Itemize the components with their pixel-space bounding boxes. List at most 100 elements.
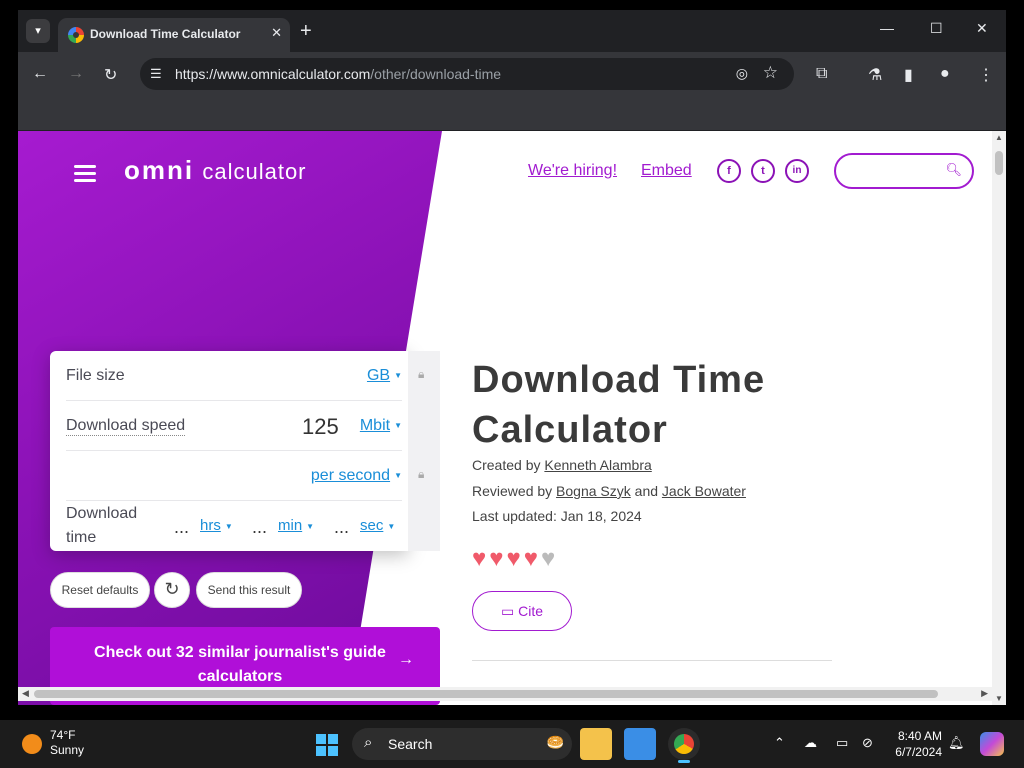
- maximize-button[interactable]: ☐: [930, 20, 943, 37]
- tab-active[interactable]: Download Time Calculator ✕: [58, 18, 290, 52]
- reviewer-link[interactable]: Bogna Szyk: [556, 483, 631, 499]
- per-unit-select[interactable]: per second ▼: [311, 467, 402, 485]
- heart-icon[interactable]: ♥: [524, 545, 541, 572]
- reload-icon[interactable]: ↻: [104, 65, 117, 85]
- bookmark-star-icon[interactable]: ☆: [763, 63, 778, 83]
- horizontal-scrollbar[interactable]: ◀ ▶: [18, 687, 992, 701]
- heart-icon[interactable]: ♥: [489, 545, 506, 572]
- display-icon[interactable]: ▭: [836, 735, 848, 751]
- scroll-left-icon[interactable]: ◀: [22, 688, 29, 699]
- site-search-input[interactable]: 🔍︎: [834, 153, 974, 189]
- scroll-thumb[interactable]: [995, 151, 1003, 175]
- reviewed-by-label: Reviewed by: [472, 483, 553, 499]
- per-unit-row: per second ▼: [66, 451, 402, 501]
- vertical-scrollbar[interactable]: ▲ ▼: [992, 131, 1006, 705]
- omni-logo[interactable]: omni calculator: [124, 155, 307, 186]
- windows-start-icon[interactable]: [316, 734, 338, 756]
- scroll-down-icon[interactable]: ▼: [995, 694, 1003, 703]
- clock[interactable]: 8:40 AM 6/7/2024: [884, 728, 942, 760]
- seconds-input[interactable]: ...: [334, 517, 349, 538]
- sun-icon[interactable]: [22, 734, 42, 754]
- notification-bell-icon[interactable]: 🔔︎: [948, 735, 965, 751]
- taskbar-search[interactable]: ⌕ Search 🥯: [352, 728, 572, 760]
- last-updated: Last updated: Jan 18, 2024: [472, 508, 642, 524]
- dropdown-triangle-icon: ▼: [387, 521, 396, 531]
- author-link[interactable]: Kenneth Alambra: [544, 457, 651, 473]
- cite-label: Cite: [518, 603, 544, 619]
- page-title: Download Time Calculator: [472, 359, 766, 451]
- linkedin-icon[interactable]: in: [785, 159, 809, 183]
- scroll-thumb-horizontal[interactable]: [34, 690, 938, 698]
- facebook-icon[interactable]: f: [717, 159, 741, 183]
- show-hidden-icons[interactable]: ⌃: [774, 735, 785, 751]
- back-arrow-icon[interactable]: ←: [32, 65, 48, 83]
- dropdown-triangle-icon: ▼: [394, 471, 402, 481]
- per-unit: per second: [310, 467, 391, 484]
- send-result-button[interactable]: Send this result: [196, 572, 302, 608]
- embed-link[interactable]: Embed: [641, 162, 692, 180]
- hamburger-menu-icon[interactable]: [74, 165, 96, 186]
- search-icon[interactable]: 🔍︎: [945, 162, 962, 178]
- extensions-icon[interactable]: ⧉: [816, 65, 827, 83]
- file-size-unit-select[interactable]: GB ▼: [367, 367, 402, 385]
- hours-unit[interactable]: hrs ▼: [200, 517, 233, 534]
- volume-mute-icon[interactable]: ⊘: [862, 735, 873, 751]
- minutes-unit[interactable]: min ▼: [278, 517, 314, 534]
- lock-icon[interactable]: 🔒︎: [418, 467, 432, 483]
- weather-condition: Sunny: [50, 743, 85, 757]
- twitter-icon[interactable]: t: [751, 159, 775, 183]
- chrome-taskbar-icon[interactable]: [668, 728, 700, 763]
- url-text[interactable]: https://www.omnicalculator.com/other/dow…: [175, 66, 501, 82]
- reset-defaults-button[interactable]: Reset defaults: [50, 572, 150, 608]
- profile-icon[interactable]: ●: [940, 65, 950, 83]
- lock-icon[interactable]: 🔒︎: [418, 367, 432, 383]
- seconds-unit[interactable]: sec ▼: [360, 517, 395, 534]
- new-tab-button[interactable]: +: [300, 20, 312, 43]
- reviewer-link[interactable]: Jack Bowater: [662, 483, 746, 499]
- eye-off-icon[interactable]: ◎: [736, 65, 748, 82]
- windows-taskbar: 74°F Sunny ⌕ Search 🥯 ⌃ ☁ ▭ ⊘ 8:40 AM 6/…: [0, 720, 1024, 768]
- rating-hearts[interactable]: ♥♥♥♥♥: [472, 545, 558, 573]
- file-size-label: File size: [66, 367, 125, 384]
- download-speed-row: Download speed 125 Mbit ▼: [66, 401, 402, 451]
- hours-input[interactable]: ...: [174, 517, 189, 538]
- copilot-icon[interactable]: [980, 732, 1004, 756]
- tab-close-icon[interactable]: ✕: [271, 25, 282, 41]
- heart-half-icon[interactable]: ♥: [541, 545, 558, 572]
- file-size-row: File size GB ▼: [66, 351, 402, 401]
- search-icon: ⌕: [364, 734, 373, 751]
- created-by: Created by Kenneth Alambra: [472, 457, 652, 473]
- scroll-right-icon[interactable]: ▶: [981, 688, 988, 699]
- cite-button[interactable]: ▭ Cite: [472, 591, 572, 631]
- date: 6/7/2024: [895, 745, 942, 759]
- min-label: min: [278, 517, 303, 534]
- site-info-icon[interactable]: ☰: [150, 66, 162, 82]
- minimize-button[interactable]: —: [880, 20, 894, 36]
- tab-search-dropdown[interactable]: ▾: [26, 19, 50, 43]
- reload-calculator-icon[interactable]: ↻: [154, 572, 190, 608]
- labs-flask-icon[interactable]: ⚗: [868, 65, 882, 85]
- dropdown-triangle-icon: ▼: [306, 521, 315, 531]
- address-bar[interactable]: ☰ https://www.omnicalculator.com/other/d…: [140, 58, 794, 90]
- and-text: and: [634, 483, 659, 499]
- hiring-link[interactable]: We're hiring!: [528, 162, 617, 180]
- heart-icon[interactable]: ♥: [472, 545, 489, 572]
- sec-label: sec: [360, 517, 384, 534]
- minutes-input[interactable]: ...: [252, 517, 267, 538]
- hrs-label: hrs: [200, 517, 221, 534]
- close-window-button[interactable]: ✕: [976, 20, 988, 37]
- file-explorer-icon[interactable]: [580, 728, 612, 760]
- file-size-unit: GB: [366, 367, 391, 384]
- menu-kebab-icon[interactable]: ⋮: [978, 65, 994, 85]
- tab-bar: ▾ Download Time Calculator ✕ + — ☐ ✕: [18, 10, 1006, 52]
- scroll-up-icon[interactable]: ▲: [995, 133, 1003, 142]
- forward-arrow-icon[interactable]: →: [68, 65, 84, 83]
- weather-widget[interactable]: 74°F Sunny: [50, 728, 84, 758]
- download-speed-input[interactable]: 125: [302, 414, 339, 440]
- page-viewport: omni calculator We're hiring! Embed f t …: [18, 131, 1006, 705]
- download-speed-unit-select[interactable]: Mbit ▼: [360, 417, 402, 435]
- heart-icon[interactable]: ♥: [507, 545, 524, 572]
- network-icon[interactable]: ☁: [804, 735, 817, 751]
- side-panel-icon[interactable]: ▮: [904, 65, 913, 85]
- remote-desktop-icon[interactable]: [624, 728, 656, 760]
